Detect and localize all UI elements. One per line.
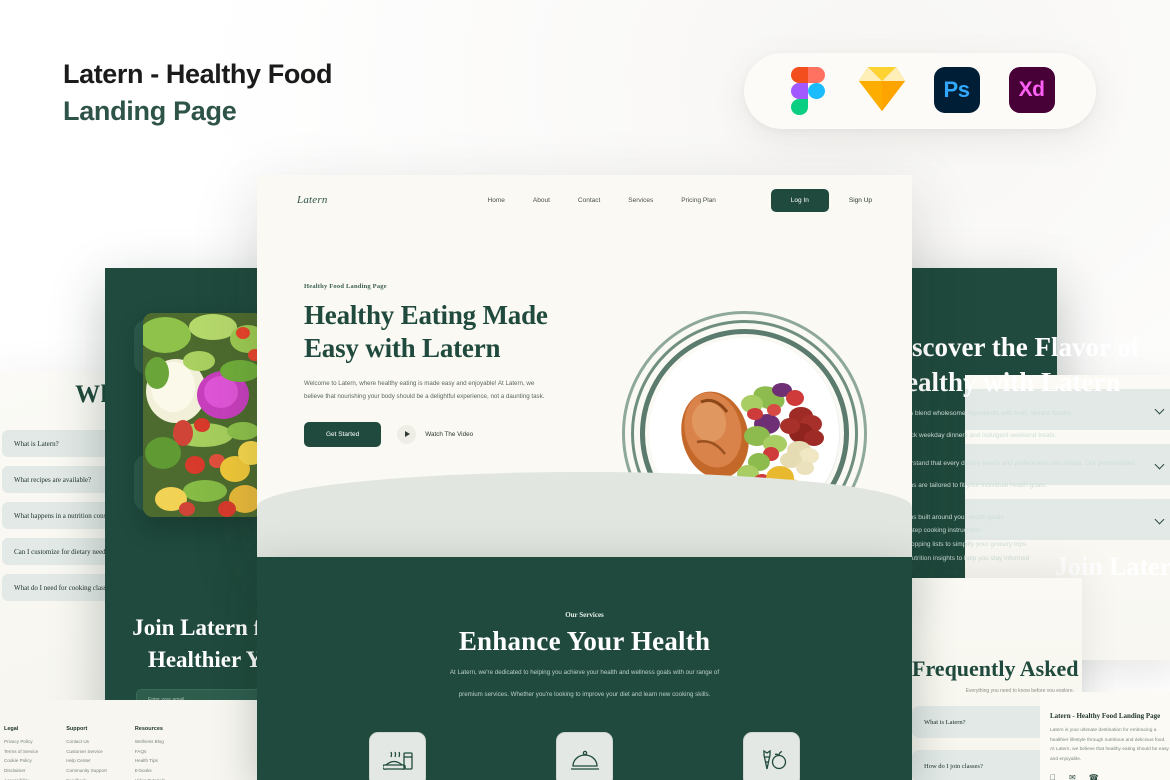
right-panel-heading-line2: Healthy with Latern	[885, 366, 1121, 397]
faq-accordion-label: What is Latern?	[924, 718, 966, 726]
footer-link[interactable]: Disclaimer	[4, 766, 38, 776]
footer-column-support: Support Contact Us Customer Service Help…	[66, 726, 107, 780]
hero-body: Healthy Food Landing Page Healthy Eating…	[257, 225, 912, 556]
footer-link[interactable]: Accessibility	[4, 776, 38, 780]
faq-item-label: What is Latern?	[14, 439, 59, 448]
photoshop-icon: Ps	[933, 67, 982, 115]
cover-title: Latern - Healthy Food Landing Page	[63, 56, 333, 132]
nav-links: Home About Contact Services Pricing Plan	[488, 197, 716, 204]
services-heading: Enhance Your Health	[458, 626, 711, 656]
footer-column-resources: Resources Wellness Blog FAQs Health Tips…	[135, 726, 165, 780]
vegetables-image	[143, 313, 263, 517]
footer-link[interactable]: Feedback	[66, 776, 107, 780]
footer-link[interactable]: Cookie Policy	[4, 756, 38, 766]
right-panel-bullets: Meal plans built around your health goal…	[885, 511, 1070, 566]
services-paragraph-line2: premium services. Whether you're looking…	[458, 691, 711, 699]
services-eyebrow: Our Services	[565, 611, 604, 619]
nav-link-services[interactable]: Services	[628, 197, 653, 204]
hero-preview-card: Latern Home About Contact Services Prici…	[257, 175, 912, 557]
figma-icon	[784, 67, 832, 115]
hero-heading: Healthy Eating Made Easy with Latern	[304, 299, 574, 366]
footer-link[interactable]: Terms of Service	[4, 747, 38, 757]
footer-link[interactable]: Video Tutorials	[135, 776, 165, 780]
vegetables-icon[interactable]	[743, 732, 800, 780]
play-icon	[397, 424, 417, 444]
footer-social-links:  ✉ ☎	[1050, 773, 1170, 780]
xd-icon: Xd	[1008, 67, 1057, 115]
hero-eyebrow: Healthy Food Landing Page	[304, 283, 387, 290]
hero-bottom-curve	[257, 472, 912, 557]
navbar: Latern Home About Contact Services Prici…	[257, 175, 912, 225]
right-bottom-faq-heading: Frequently Asked	[912, 656, 1079, 681]
footer-link[interactable]: Community Support	[66, 766, 107, 776]
nav-link-contact[interactable]: Contact	[578, 197, 600, 204]
screenshot-stage: Latern - Healthy Food Landing Page Ps Xd…	[0, 0, 1170, 780]
footer-link[interactable]: E-books	[135, 766, 165, 776]
bullet-item: Smart shopping lists to simplify your gr…	[885, 541, 1027, 549]
right-panel-content: Discover the Flavor of Healthy with Late…	[885, 330, 1140, 566]
cover-title-line2: Landing Page	[63, 96, 237, 127]
footer-link[interactable]: Health Tips	[135, 756, 165, 766]
right-panel-paragraph2-line1: We understand that every dietary needs a…	[885, 460, 1135, 468]
footer-link[interactable]: Wellness Blog	[135, 737, 165, 747]
photoshop-icon-label: Ps	[933, 67, 980, 113]
bullet-item: Meal plans built around your health goal…	[885, 513, 1004, 521]
faq-item-label: What recipes are available?	[14, 475, 92, 484]
footer-column-title: Legal	[4, 726, 19, 732]
chevron-down-icon	[1155, 460, 1164, 469]
nav-link-pricing-plan[interactable]: Pricing Plan	[681, 197, 716, 204]
services-icons	[257, 732, 912, 780]
right-panel-paragraph1-line2: From quick weekday dinners and indulgent…	[885, 431, 1057, 439]
footer-link[interactable]: Customer Service	[66, 747, 107, 757]
faq-item-label: What do I need for cooking classes?	[14, 583, 116, 592]
bullet-item: Step-by-step cooking instructions	[885, 527, 981, 535]
app-format-badge: Ps Xd	[744, 53, 1096, 129]
cover-title-line1: Latern - Healthy Food	[63, 59, 333, 89]
footer-link[interactable]: Privacy Policy	[4, 737, 38, 747]
right-panel-paragraph1-line1: Our chefs blend wholesome ingredients wi…	[885, 410, 1073, 418]
nav-link-home[interactable]: Home	[488, 197, 505, 204]
footer-right: Latern - Healthy Food Landing Page Later…	[1040, 692, 1170, 780]
faq-accordion-label: How do I join classes?	[924, 762, 983, 770]
bullet-item: Weekly nutrition insights to help you st…	[885, 554, 1030, 562]
hero-heading-line2: Easy with Latern	[304, 333, 501, 364]
hero-heading-line1: Healthy Eating Made	[304, 300, 548, 330]
nav-link-about[interactable]: About	[533, 197, 550, 204]
sketch-icon	[858, 67, 907, 115]
watch-video-button[interactable]: Watch The Video	[397, 424, 474, 444]
right-panel-heading-line1: Discover the Flavor of	[885, 332, 1140, 362]
chevron-down-icon	[1155, 405, 1164, 414]
meal-drink-icon[interactable]	[369, 732, 426, 780]
footer-column-title: Resources	[134, 726, 163, 732]
hero-paragraph: Welcome to Latern, where healthy eating …	[304, 379, 545, 400]
footer-column-legal: Legal Privacy Policy Terms of Service Co…	[4, 726, 38, 780]
login-button[interactable]: Log In	[770, 188, 829, 212]
facebook-icon[interactable]: 	[1050, 773, 1056, 780]
brand-logo[interactable]: Latern	[297, 194, 328, 206]
footer-right-paragraph: Latern is your ultimate destination for …	[1050, 728, 1169, 762]
services-section: Our Services Enhance Your Health At Late…	[257, 557, 912, 780]
services-paragraph-line1: At Latern, we're dedicated to helping yo…	[449, 669, 720, 676]
footer-link[interactable]: FAQs	[135, 747, 165, 757]
faq-item-label: Can I customize for dietary needs?	[14, 547, 112, 556]
watch-video-label: Watch The Video	[425, 430, 474, 438]
right-panel-paragraph2-line2: meal plans are tailored to fit your indi…	[885, 482, 1047, 490]
xd-icon-label: Xd	[1008, 67, 1055, 113]
hero-cta-group: Get Started Watch The Video	[304, 421, 574, 447]
nav-actions: Log In Sign Up	[770, 188, 872, 212]
footer-column-title: Support	[66, 726, 88, 732]
signup-link[interactable]: Sign Up	[849, 197, 872, 204]
hero-copy: Healthy Food Landing Page Healthy Eating…	[304, 257, 574, 447]
get-started-button[interactable]: Get Started	[304, 421, 382, 447]
chevron-down-icon	[1155, 515, 1164, 524]
footer-right-title: Latern - Healthy Food Landing Page	[1050, 712, 1161, 720]
footer-link[interactable]: Contact Us	[66, 737, 107, 747]
footer-link[interactable]: Help Center	[66, 756, 107, 766]
twitter-icon[interactable]: ✉	[1069, 773, 1076, 780]
whatsapp-icon[interactable]: ☎	[1089, 773, 1099, 780]
cloche-icon[interactable]	[556, 732, 613, 780]
